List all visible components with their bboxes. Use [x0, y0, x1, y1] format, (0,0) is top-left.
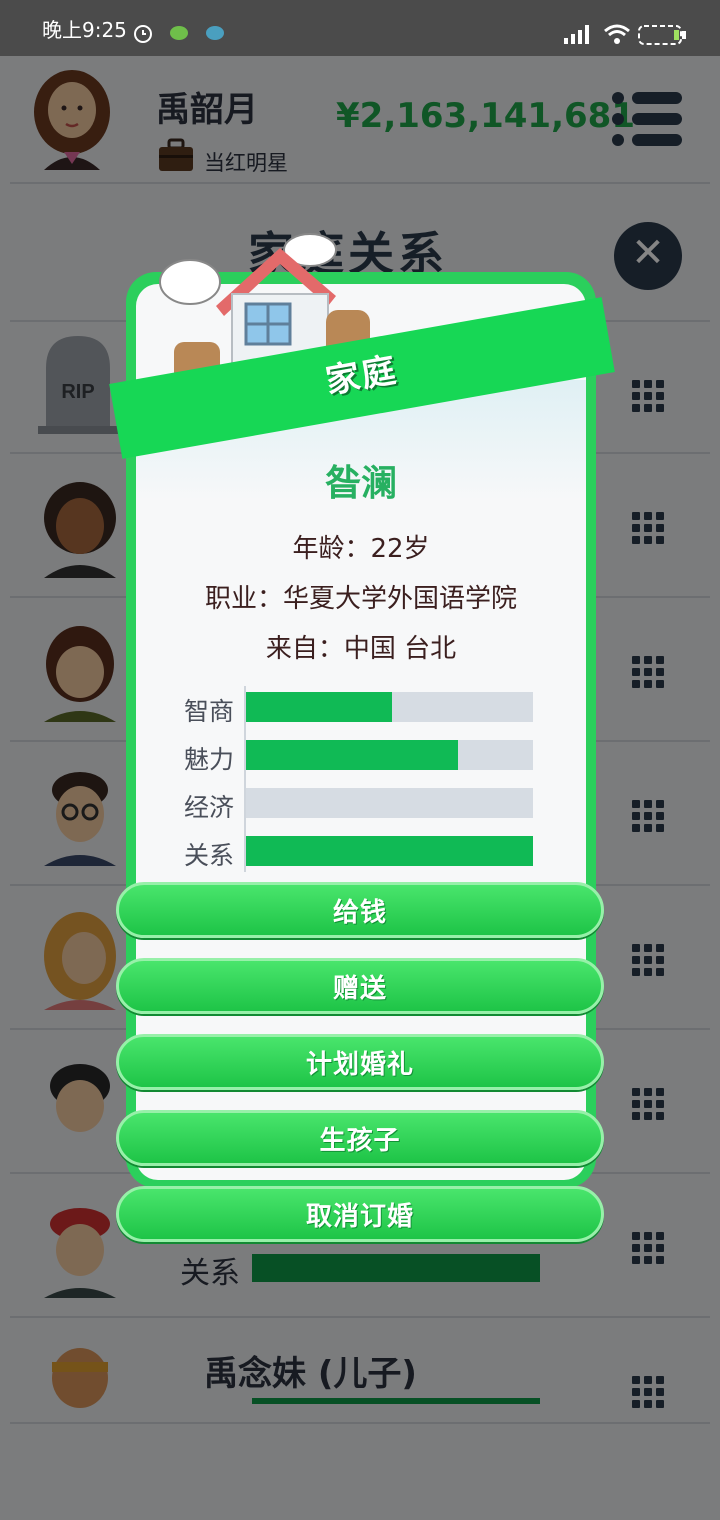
cancel-engagement-button[interactable]: 取消订婚: [116, 1186, 604, 1242]
stat-fill-iq: [246, 692, 393, 722]
stat-label-relationship: 关系: [184, 841, 235, 870]
stat-fill-relationship: [246, 836, 533, 866]
stat-bar-iq: [246, 692, 533, 722]
person-occupation: 职业：华夏大学外国语学院: [204, 584, 517, 614]
app-notify-icon-2: [206, 26, 224, 40]
stat-label-economy: 经济: [184, 793, 235, 822]
person-age: 年龄：22岁: [292, 534, 430, 564]
have-child-button[interactable]: 生孩子: [116, 1110, 604, 1166]
status-bar: 晚上9:25: [0, 0, 720, 56]
stat-bar-economy: [246, 788, 533, 818]
person-name: 昝澜: [324, 463, 397, 504]
stat-fill-charm: [246, 740, 459, 770]
give-money-button[interactable]: 给钱: [116, 882, 604, 938]
person-origin: 来自：中国 台北: [265, 634, 457, 664]
plan-wedding-button[interactable]: 计划婚礼: [116, 1034, 604, 1090]
stat-label-charm: 魅力: [184, 745, 235, 774]
stat-bar-relationship: [246, 836, 533, 866]
wifi-icon: [604, 24, 630, 44]
signal-icon: [564, 25, 589, 44]
stat-label-iq: 智商: [184, 697, 235, 726]
stat-bar-charm: [246, 740, 533, 770]
status-time: 晚上9:25: [42, 18, 127, 42]
battery-icon: [638, 25, 686, 45]
alarm-icon: [134, 25, 152, 43]
app-notify-icon: [170, 26, 188, 40]
gift-button[interactable]: 赠送: [116, 958, 604, 1014]
